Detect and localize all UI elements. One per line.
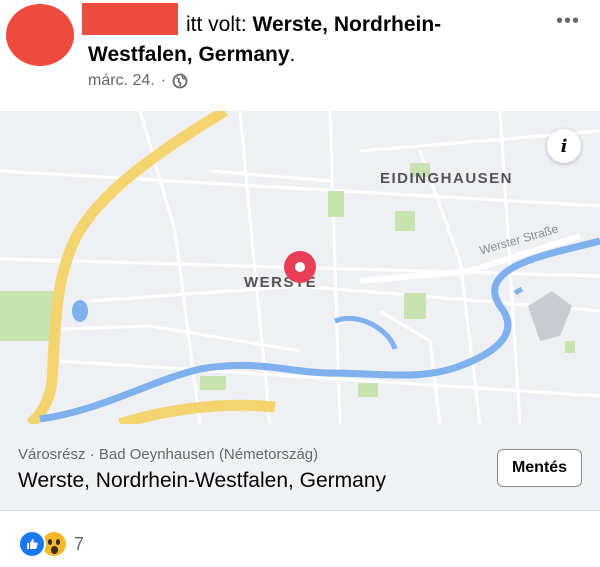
location-pin-icon	[284, 251, 316, 283]
redacted-author-name	[82, 3, 178, 35]
post-title-line-2: Westfalen, Germany.	[88, 42, 295, 68]
post-meta: márc. 24. ·	[88, 72, 188, 90]
lake	[72, 300, 88, 322]
globe-icon	[172, 73, 188, 89]
divider	[0, 510, 600, 511]
map-label-district: EIDINGHAUSEN	[380, 170, 514, 187]
place-subtitle: Városrész · Bad Oeynhausen (Németország)	[18, 446, 319, 463]
avatar[interactable]	[6, 4, 74, 66]
map-info-button[interactable]: i	[547, 129, 581, 163]
post-header: itt volt: Werste, Nordrhein- Westfalen, …	[0, 0, 600, 110]
pin-center	[295, 262, 305, 272]
pond	[513, 286, 524, 296]
map-preview[interactable]: EIDINGHAUSEN WERSTE Werster Straße i	[0, 111, 600, 424]
title-location-link[interactable]: Werste, Nordrhein-	[253, 13, 442, 36]
like-icon	[18, 530, 46, 558]
wow-eye-left	[48, 539, 52, 545]
reaction-count: 7	[74, 533, 85, 554]
title-location-link-cont[interactable]: Westfalen, Germany	[88, 43, 290, 66]
motorway	[26, 111, 228, 424]
wow-mouth	[51, 546, 58, 554]
post-date[interactable]: márc. 24.	[88, 72, 155, 90]
post-title-line-1: itt volt: Werste, Nordrhein-	[186, 12, 441, 38]
building-block	[528, 291, 572, 341]
place-panel[interactable]: Városrész · Bad Oeynhausen (Németország)…	[0, 424, 600, 510]
river-branch	[334, 315, 398, 350]
title-prefix: itt volt:	[186, 13, 253, 36]
wow-eye-right	[56, 539, 60, 545]
more-options-icon[interactable]: •••	[556, 10, 580, 33]
reactions-summary[interactable]: 7	[18, 530, 84, 558]
meta-separator: ·	[160, 72, 167, 89]
title-suffix: .	[289, 43, 296, 66]
save-button[interactable]: Mentés	[497, 449, 582, 487]
place-title[interactable]: Werste, Nordrhein-Westfalen, Germany	[18, 469, 386, 493]
